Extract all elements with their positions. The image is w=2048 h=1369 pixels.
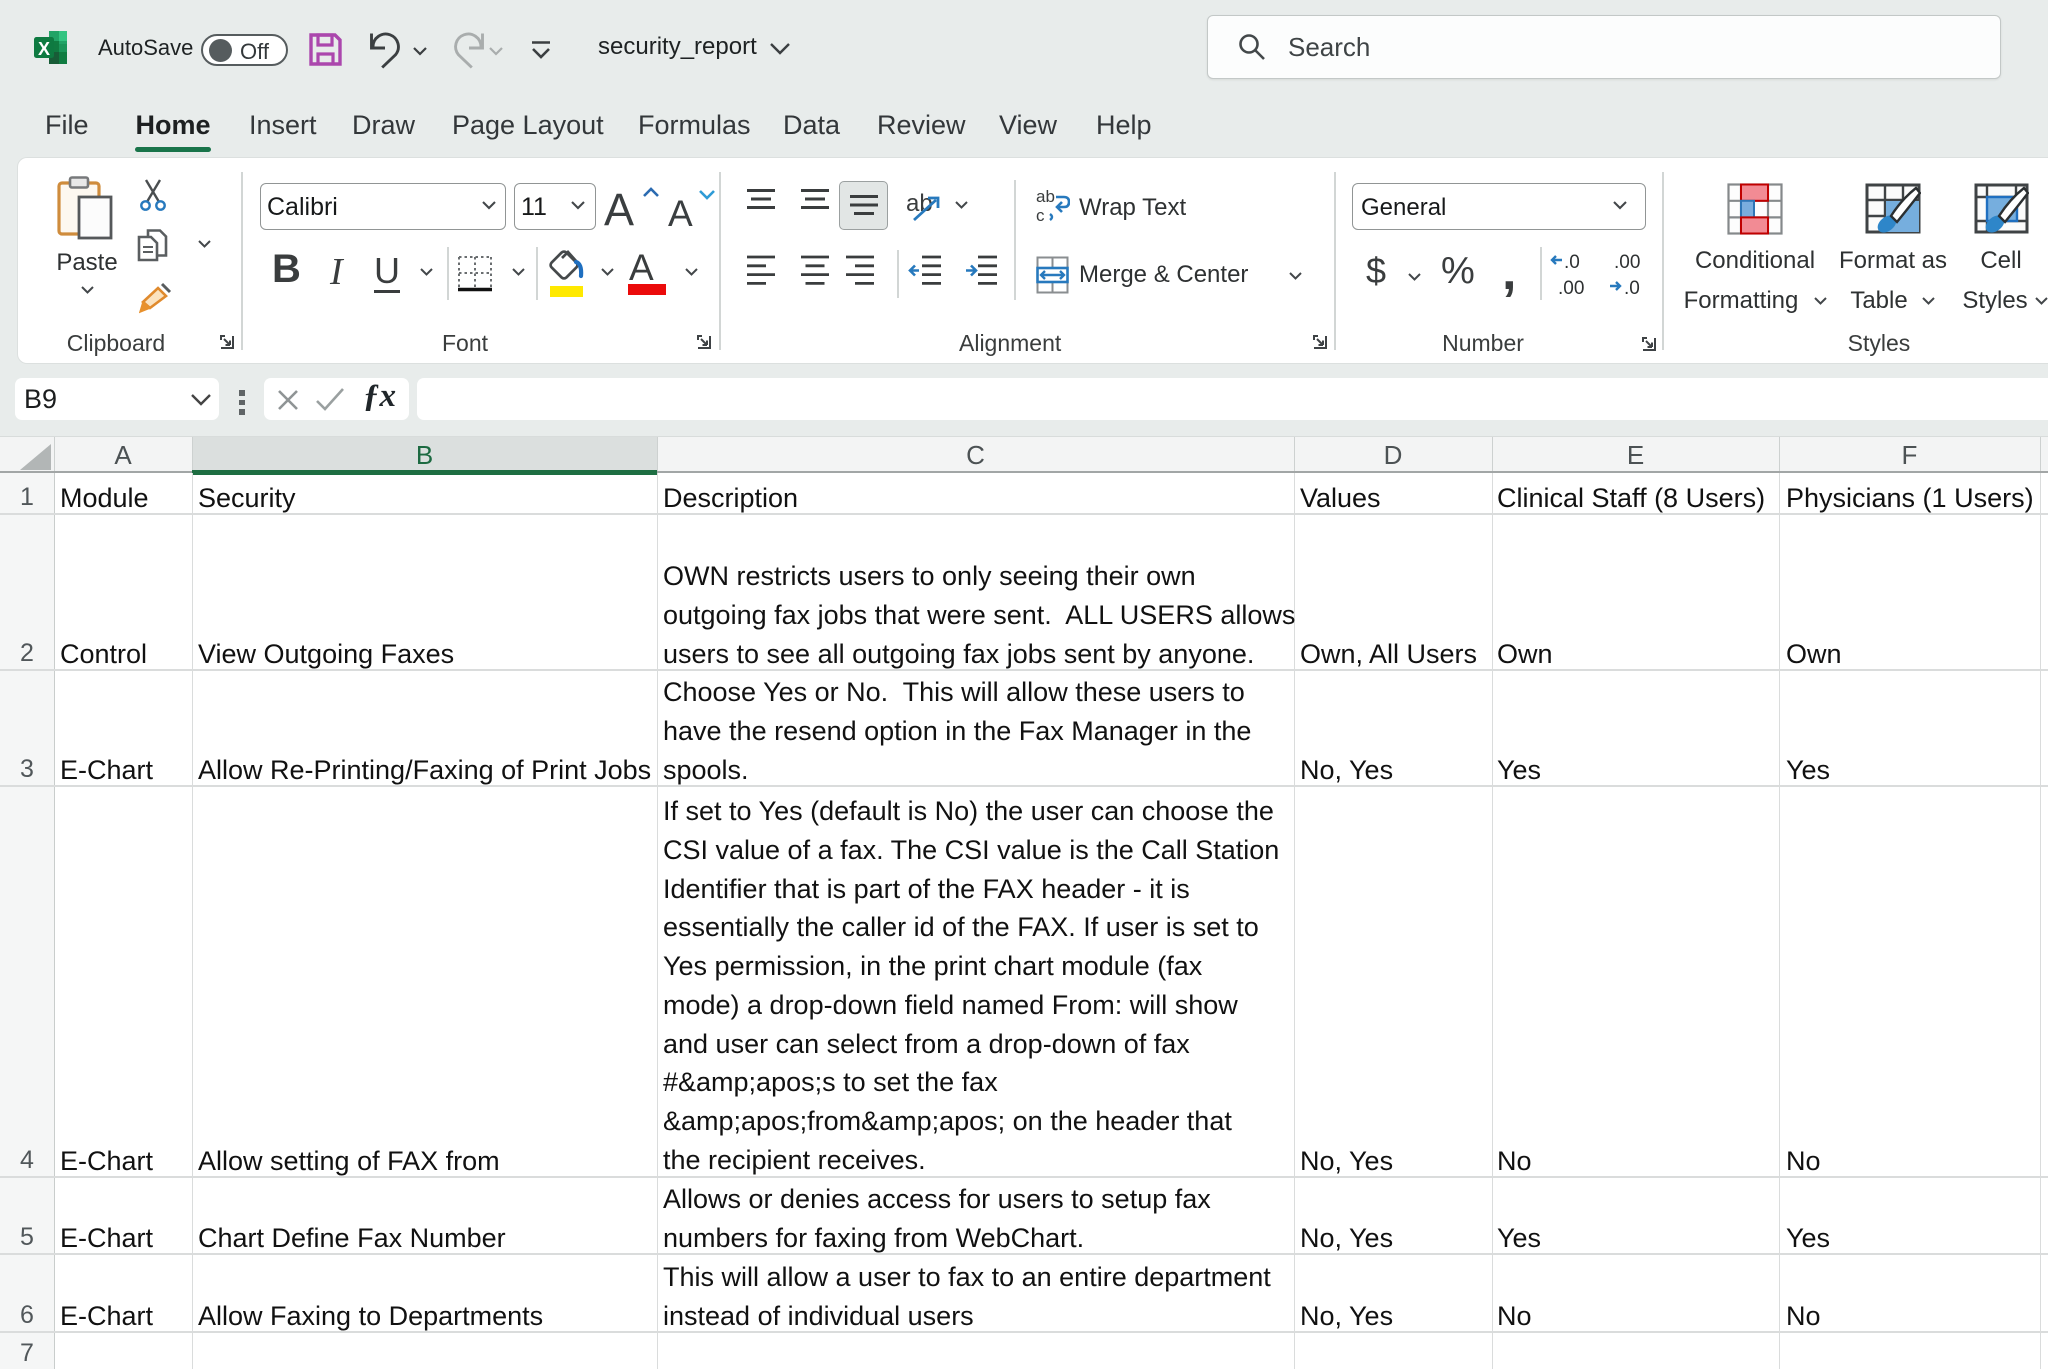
svg-text:.0: .0	[1564, 252, 1580, 273]
svg-text:c: c	[1036, 206, 1045, 224]
svg-text:.00: .00	[1558, 278, 1584, 298]
svg-text:X: X	[38, 39, 50, 59]
svg-text:ab: ab	[1036, 188, 1055, 206]
svg-text:.0: .0	[1624, 278, 1640, 298]
svg-text:.00: .00	[1614, 252, 1640, 273]
